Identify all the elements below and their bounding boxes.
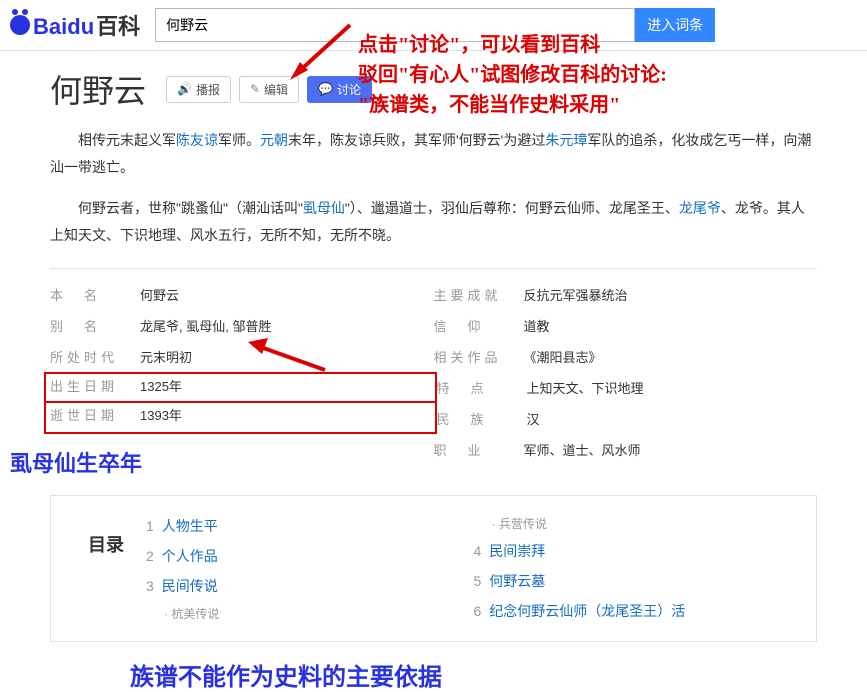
info-label: 所处时代 xyxy=(50,347,140,366)
info-value: 元末明初 xyxy=(140,347,192,366)
toc-item[interactable]: 3民间传说 xyxy=(146,571,474,601)
info-label: 信 仰 xyxy=(434,316,524,335)
annotation-blue-1: 虱母仙生卒年 xyxy=(10,446,142,478)
info-value: 反抗元军强暴统治 xyxy=(524,285,628,304)
intro-paragraph-1: 相传元末起义军陈友谅军师。元朝末年，陈友谅兵败，其军师'何野云'为避过朱元璋军队… xyxy=(50,127,817,180)
edit-button[interactable]: ✎ 编辑 xyxy=(239,76,299,103)
birth-date-row: 出生日期1325年 xyxy=(44,372,437,403)
logo-bai: Bai xyxy=(33,14,67,39)
toc-sub[interactable]: · 杭美传说 xyxy=(146,601,474,626)
info-label: 相关作品 xyxy=(434,347,524,366)
toc-item[interactable]: 4民间崇拜 xyxy=(474,536,802,566)
toc: 目录 1人物生平 2个人作品 3民间传说 · 杭美传说 · 兵营传说 4民间崇拜… xyxy=(50,495,817,642)
pencil-icon: ✎ xyxy=(250,82,260,96)
annotation-blue-2: 族谱不能作为史料的主要依据 xyxy=(130,657,442,692)
logo-baike: 百科 xyxy=(96,14,140,39)
link-shimuxian[interactable]: 虱母仙 xyxy=(303,200,345,216)
info-value: 军师、道士、风水师 xyxy=(524,440,641,459)
link-longweiye[interactable]: 龙尾爷 xyxy=(679,200,721,216)
chat-icon: 💬 xyxy=(318,82,333,96)
intro-paragraph-2: 何野云者，世称"跳蚤仙"（潮汕话叫"虱母仙"）、邋遢道士，羽仙后尊称：何野云仙师… xyxy=(50,195,817,248)
info-label: 民 族 xyxy=(437,409,527,428)
page-title: 何野云 xyxy=(50,66,146,112)
link-chenyouliang[interactable]: 陈友谅 xyxy=(176,132,218,148)
info-label: 本 名 xyxy=(50,285,140,304)
info-value: 道教 xyxy=(524,316,550,335)
paw-icon xyxy=(10,15,30,35)
info-value: 龙尾爷, 虱母仙, 邹普胜 xyxy=(140,316,271,335)
info-label: 别 名 xyxy=(50,316,140,335)
info-value: 《潮阳县志》 xyxy=(524,347,602,366)
toc-item[interactable]: 2个人作品 xyxy=(146,541,474,571)
toc-sub[interactable]: · 兵营传说 xyxy=(474,511,802,536)
toc-title: 目录 xyxy=(66,511,146,626)
toc-item[interactable]: 5何野云墓 xyxy=(474,566,802,596)
death-date-row: 逝世日期1393年 xyxy=(44,403,437,434)
logo-du: du xyxy=(67,14,94,39)
link-yuanchao[interactable]: 元朝 xyxy=(260,132,288,148)
broadcast-label: 播报 xyxy=(196,81,220,98)
broadcast-button[interactable]: 🔊 播报 xyxy=(166,76,231,103)
info-value: 何野云 xyxy=(140,285,179,304)
info-value: 汉 xyxy=(527,409,540,428)
edit-label: 编辑 xyxy=(264,81,288,98)
toc-item[interactable]: 6纪念何野云仙师（龙尾圣王）活 xyxy=(474,596,802,626)
annotation-red: 点击"讨论"，可以看到百科 驳回"有心人"试图修改百科的讨论: "族谱类，不能当… xyxy=(358,30,667,120)
info-label: 特 点 xyxy=(437,378,527,397)
info-label: 职 业 xyxy=(434,440,524,459)
info-value: 上知天文、下识地理 xyxy=(527,378,644,397)
info-table: 本 名何野云 主要成就反抗元军强暴统治 别 名龙尾爷, 虱母仙, 邹普胜 信 仰道教… xyxy=(50,268,817,465)
toc-item[interactable]: 1人物生平 xyxy=(146,511,474,541)
logo[interactable]: Baidu百科 xyxy=(10,9,140,41)
speaker-icon: 🔊 xyxy=(177,82,192,96)
link-zhuyuanzhang[interactable]: 朱元璋 xyxy=(545,132,587,148)
info-label: 主要成就 xyxy=(434,285,524,304)
